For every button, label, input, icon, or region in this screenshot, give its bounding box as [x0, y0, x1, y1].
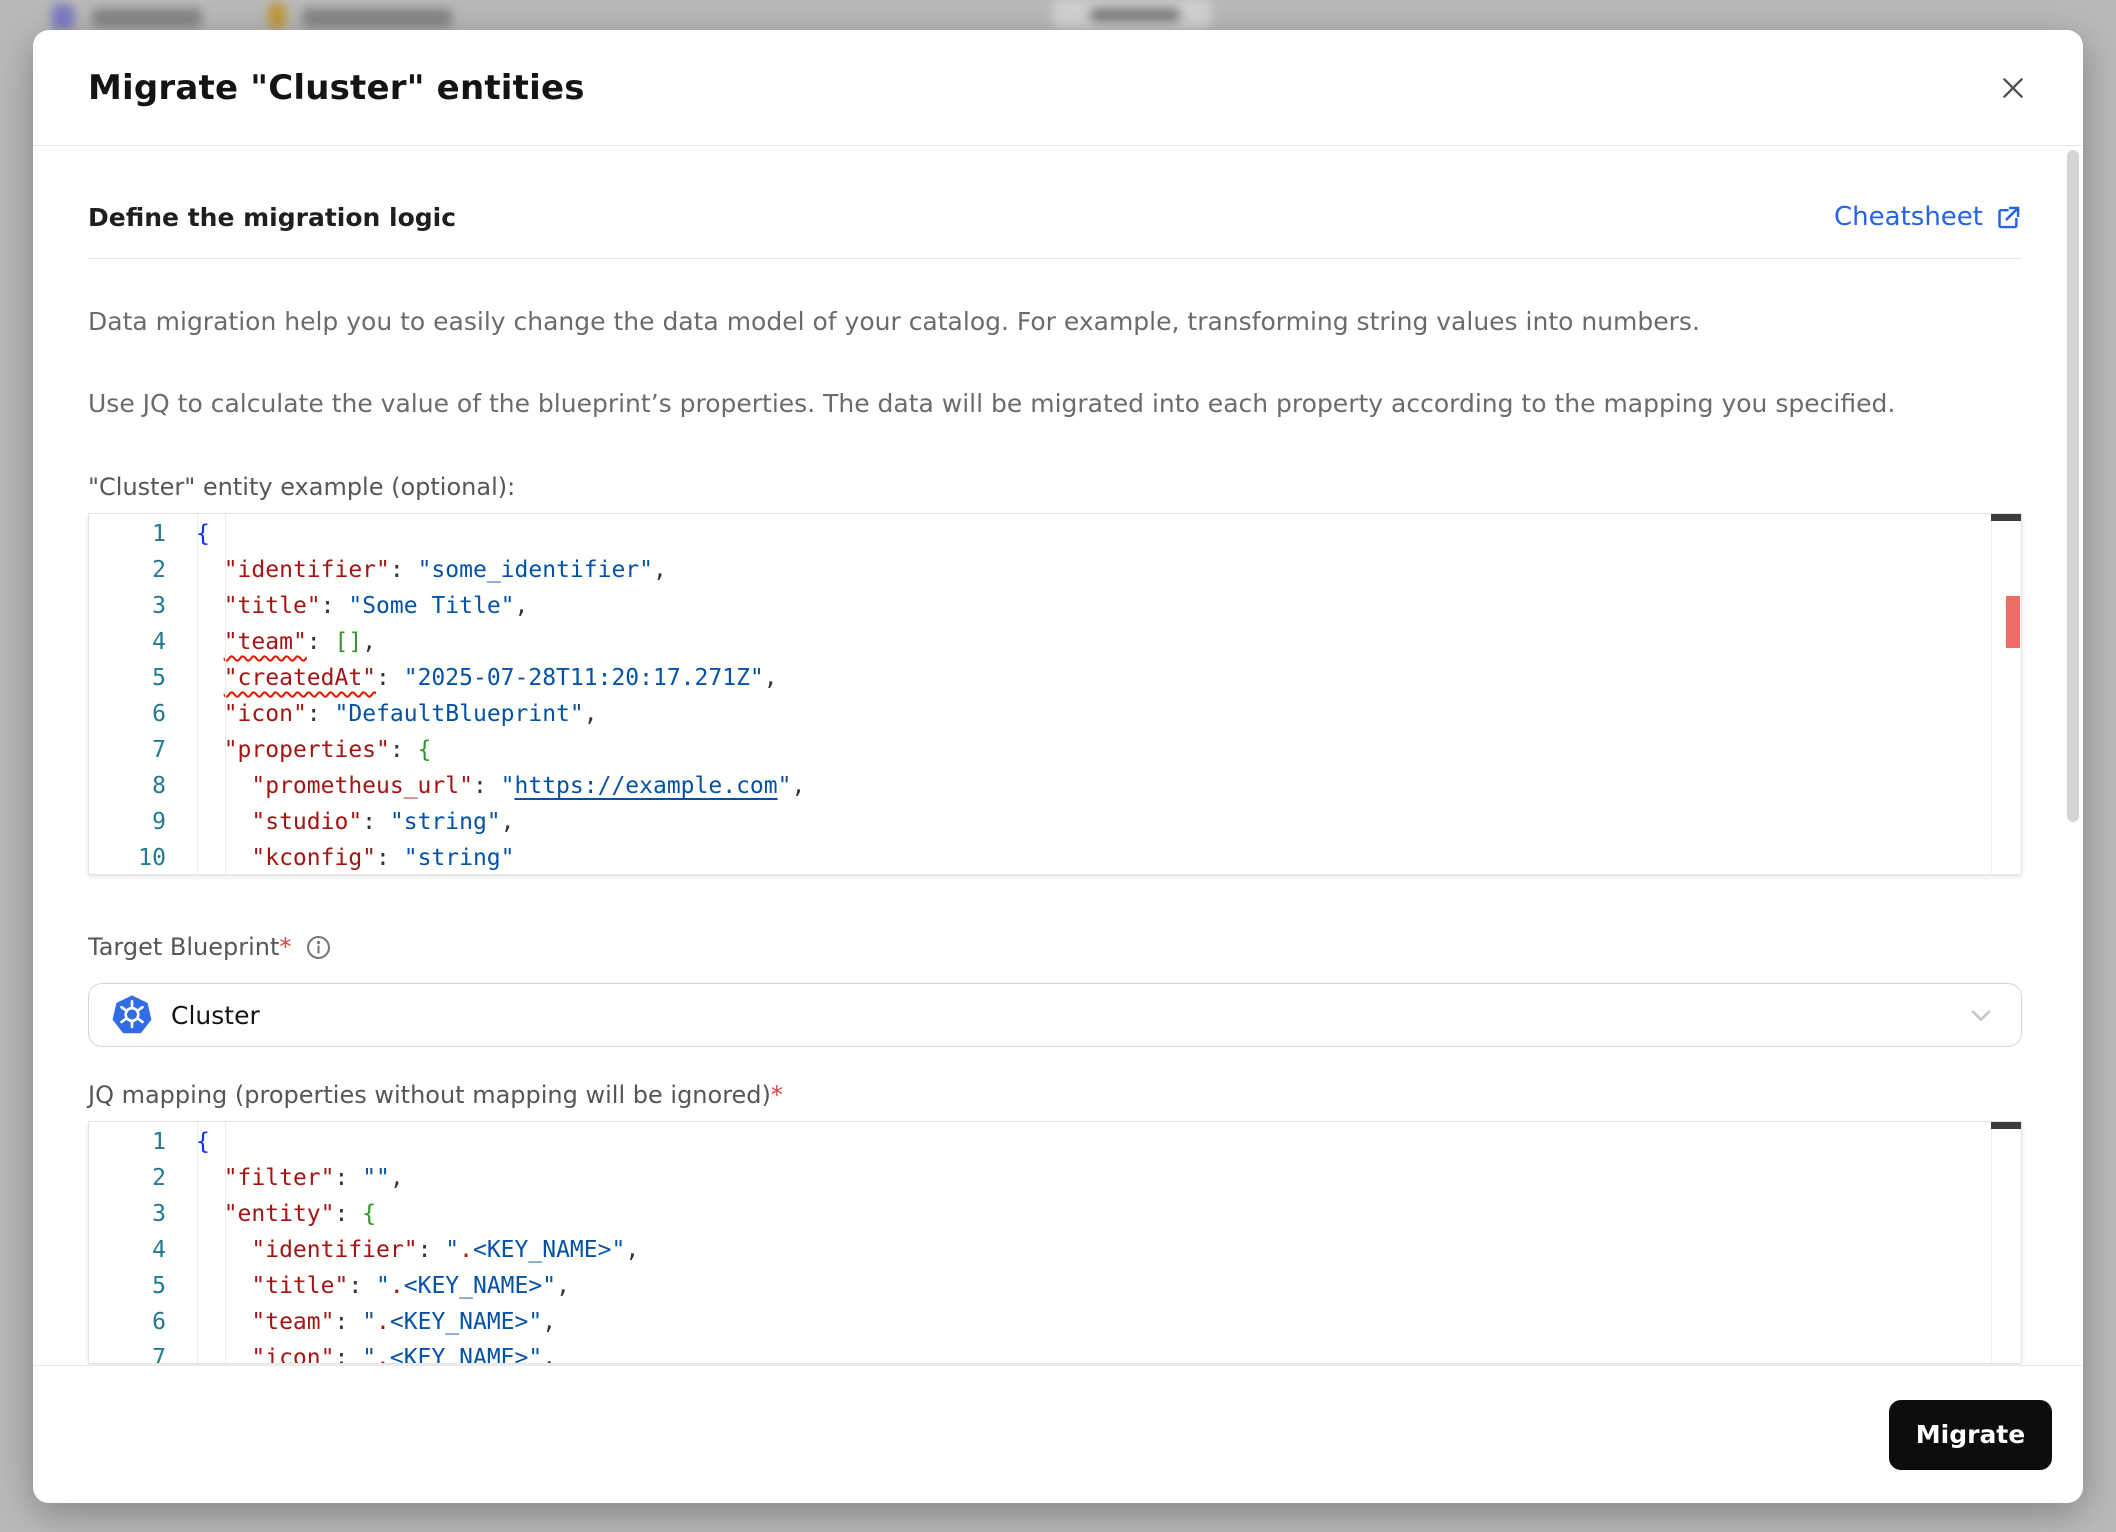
- line-number: 3: [152, 593, 166, 619]
- code-line: "identifier": ".<KEY_NAME>",: [251, 1237, 640, 1263]
- line-number: 5: [152, 1273, 166, 1299]
- horizontal-scrollbar[interactable]: [1991, 514, 2021, 521]
- code-line: "studio": "string",: [251, 809, 515, 835]
- line-number: 3: [152, 1201, 166, 1227]
- target-blueprint-label-text: Target Blueprint: [88, 933, 280, 961]
- line-number: 7: [152, 1345, 166, 1364]
- code-line: {: [196, 1129, 210, 1155]
- line-number: 9: [152, 809, 166, 835]
- line-number: 6: [152, 1309, 166, 1335]
- close-button[interactable]: [1991, 66, 2035, 110]
- line-number: 4: [152, 629, 166, 655]
- overview-ruler: [1991, 514, 2021, 874]
- line-number: 2: [152, 1165, 166, 1191]
- target-blueprint-select[interactable]: Cluster: [88, 983, 2022, 1047]
- cheatsheet-label: Cheatsheet: [1834, 202, 1983, 232]
- code-content: { "identifier": "some_identifier", "titl…: [196, 514, 2021, 874]
- line-number: 7: [152, 737, 166, 763]
- horizontal-scrollbar[interactable]: [1991, 1122, 2021, 1129]
- code-line: "filter": "",: [223, 1165, 404, 1191]
- code-line: "kconfig": "string": [251, 845, 515, 871]
- line-number: 10: [138, 845, 166, 871]
- modal-scrollbar-thumb[interactable]: [2067, 150, 2079, 822]
- overview-ruler: [1991, 1122, 2021, 1363]
- jq-mapping-label-text: JQ mapping (properties without mapping w…: [88, 1081, 771, 1109]
- indent-guide: [197, 514, 198, 874]
- indent-guide: [225, 514, 226, 874]
- modal-header: Migrate "Cluster" entities: [33, 30, 2083, 146]
- modal-footer: Migrate: [33, 1365, 2083, 1503]
- chevron-down-icon: [1971, 1010, 1991, 1021]
- code-line: "team": [],: [223, 629, 377, 655]
- migrate-button[interactable]: Migrate: [1889, 1399, 2052, 1470]
- line-number: 5: [152, 665, 166, 691]
- code-line: {: [196, 521, 210, 547]
- code-line: "createdAt": "2025-07-28T11:20:17.271Z",: [223, 665, 778, 691]
- indent-guide: [225, 1122, 226, 1363]
- cheatsheet-link[interactable]: Cheatsheet: [1834, 202, 2022, 232]
- line-number: 1: [152, 521, 166, 547]
- code-line: "identifier": "some_identifier",: [223, 557, 667, 583]
- code-line: "prometheus_url": "https://example.com",: [251, 773, 806, 799]
- close-icon: [2003, 77, 2023, 98]
- line-number: 4: [152, 1237, 166, 1263]
- line-number: 2: [152, 557, 166, 583]
- error-marker: [2006, 596, 2020, 648]
- code-line: "title": "Some Title",: [223, 593, 529, 619]
- jq-mapping-code-editor[interactable]: 1 2 3 4 5 6 7 { "filter": "", "entity": { "ide…: [88, 1121, 2022, 1364]
- entity-example-label: "Cluster" entity example (optional):: [88, 473, 516, 501]
- modal-title: Migrate "Cluster" entities: [88, 67, 585, 108]
- target-blueprint-value: Cluster: [171, 1000, 260, 1030]
- line-number-gutter: 1 2 3 4 5 6 7 8 9 10: [89, 514, 196, 874]
- description-paragraph-2: Use JQ to calculate the value of the blu…: [88, 389, 1896, 418]
- code-line: "title": ".<KEY_NAME>",: [251, 1273, 570, 1299]
- kubernetes-icon: [112, 995, 152, 1034]
- info-icon[interactable]: [305, 934, 332, 961]
- line-number: 8: [152, 773, 166, 799]
- indent-guide: [197, 1122, 198, 1363]
- code-line: "properties": {: [223, 737, 432, 763]
- external-link-icon: [1998, 206, 2020, 228]
- required-asterisk: *: [770, 1081, 783, 1109]
- line-number: 1: [152, 1129, 166, 1155]
- line-number: 6: [152, 701, 166, 727]
- code-content: { "filter": "", "entity": { "identifier"…: [196, 1122, 2021, 1363]
- target-blueprint-label: Target Blueprint*: [88, 931, 2022, 963]
- code-line: "icon": ".<KEY_NAME>",: [251, 1345, 557, 1364]
- migrate-entities-modal: Migrate "Cluster" entities Define the mi…: [33, 30, 2083, 1503]
- jq-mapping-label: JQ mapping (properties without mapping w…: [88, 1079, 2022, 1111]
- code-line: "entity": {: [223, 1201, 377, 1227]
- entity-example-code-editor[interactable]: 1 2 3 4 5 6 7 8 9 10 { "identifier": "some_identi…: [88, 513, 2022, 875]
- description-paragraph-1: Data migration help you to easily change…: [88, 307, 1700, 336]
- line-number-gutter: 1 2 3 4 5 6 7: [89, 1122, 196, 1363]
- modal-body: Define the migration logic Cheatsheet Da…: [33, 146, 2083, 1365]
- section-divider: [88, 258, 2022, 259]
- section-title: Define the migration logic: [88, 202, 457, 232]
- required-asterisk: *: [279, 933, 292, 961]
- code-line: "icon": "DefaultBlueprint",: [223, 701, 598, 727]
- code-line: "team": ".<KEY_NAME>",: [251, 1309, 557, 1335]
